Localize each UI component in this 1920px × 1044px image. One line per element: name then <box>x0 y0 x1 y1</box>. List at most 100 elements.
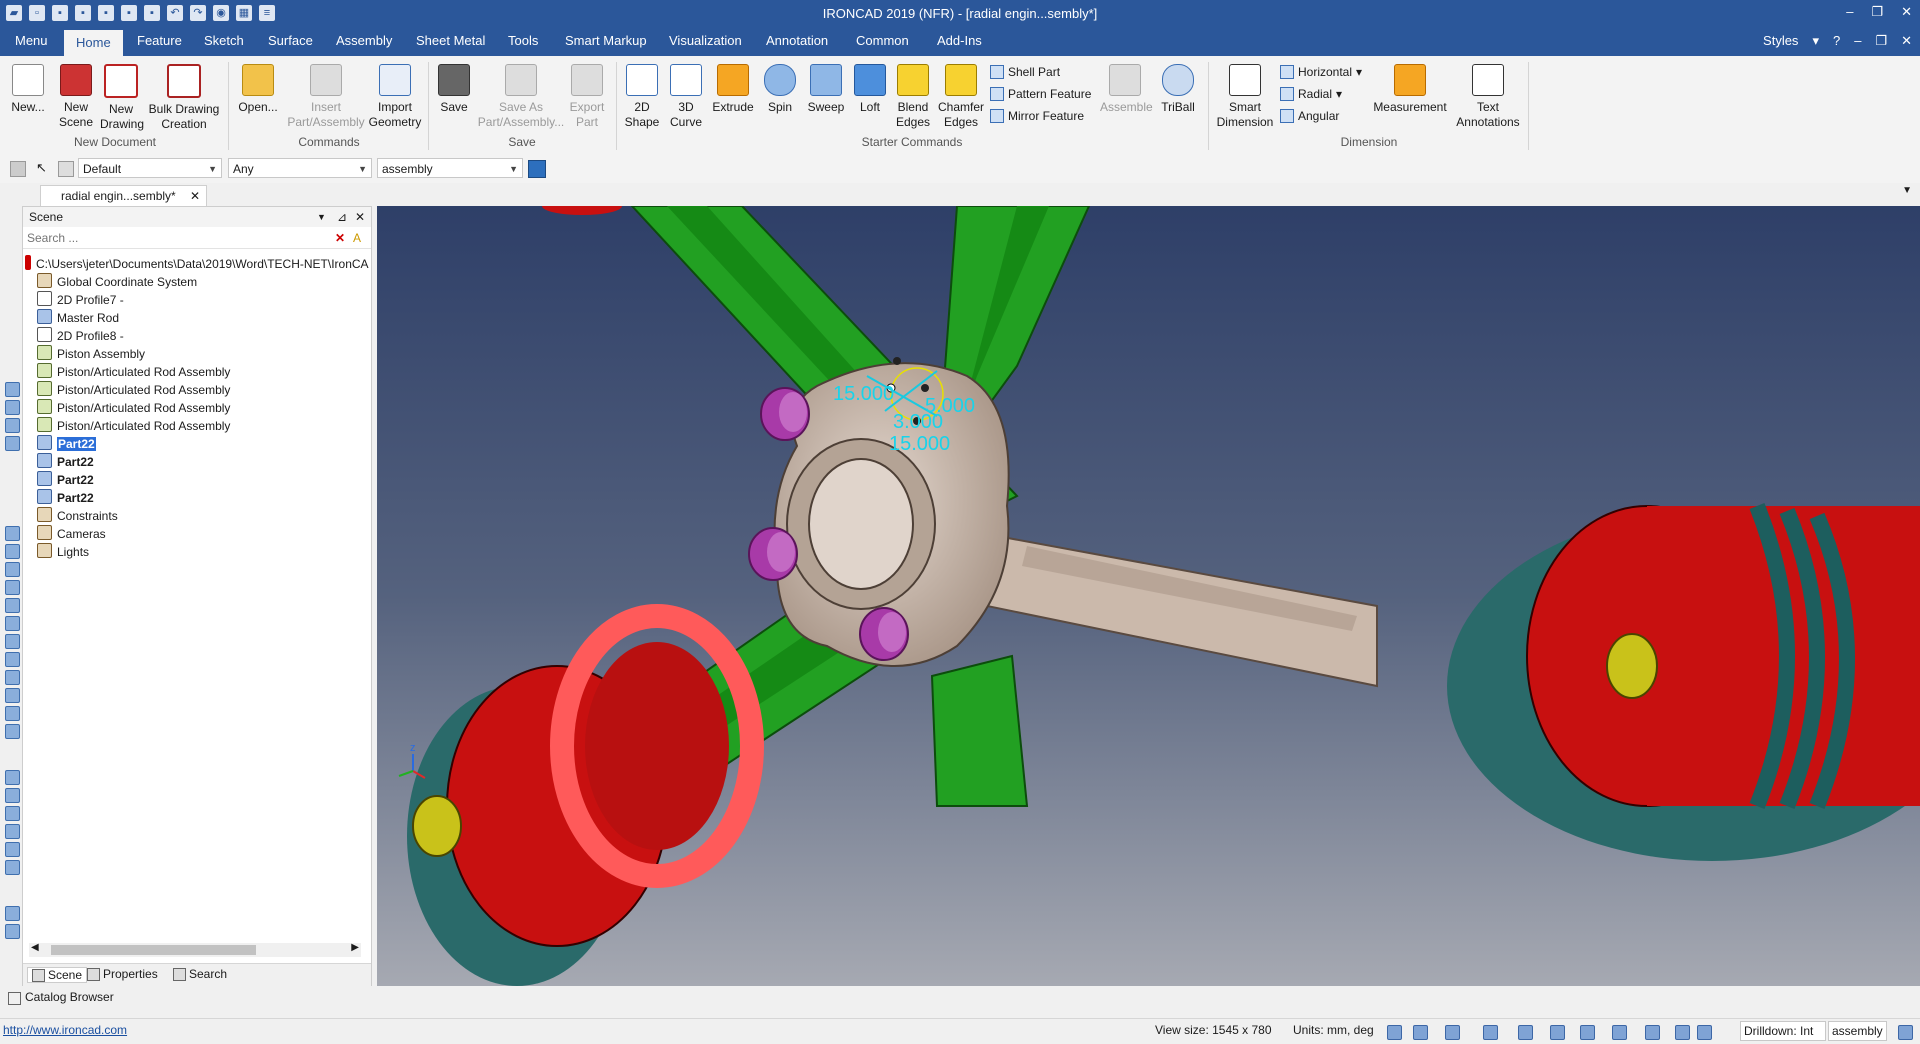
scene-tree-item[interactable]: Piston/Articulated Rod Assembly <box>37 363 230 381</box>
toolbar-icon-2[interactable] <box>58 161 74 177</box>
tool-icon-6[interactable] <box>5 544 20 559</box>
pattern-feature-button[interactable]: Pattern Feature <box>990 87 1091 101</box>
tool-icon-1[interactable] <box>5 382 20 397</box>
tool-icon-4[interactable] <box>5 436 20 451</box>
tool-icon-20[interactable] <box>5 824 20 839</box>
new-drawing-button[interactable]: New Drawing <box>100 64 144 132</box>
tab-search[interactable]: Search <box>173 967 227 981</box>
scene-tree-item[interactable]: Piston/Articulated Rod Assembly <box>37 399 230 417</box>
shell-part-button[interactable]: Shell Part <box>990 65 1060 79</box>
dimension-label-2[interactable]: 15.000 <box>889 433 950 455</box>
scene-tree-item[interactable]: 2D Profile7 - <box>37 291 124 309</box>
tool-icon-11[interactable] <box>5 634 20 649</box>
pointer-icon[interactable]: ↖ <box>36 160 47 176</box>
save-button[interactable]: Save <box>436 64 472 115</box>
view-orientation-icon[interactable] <box>1445 1025 1460 1040</box>
zoom-window-icon[interactable] <box>1413 1025 1428 1040</box>
2d-shape-button[interactable]: 2D Shape <box>624 64 660 130</box>
sweep-button[interactable]: Sweep <box>804 64 848 115</box>
tool-icon-23[interactable] <box>5 906 20 921</box>
tab-home[interactable]: Home <box>64 30 123 57</box>
status-level-select[interactable]: assembly <box>1828 1021 1887 1041</box>
radial-dimension-button[interactable]: Radial ▾ <box>1280 87 1342 101</box>
cursor-icon[interactable] <box>1697 1025 1712 1040</box>
pan-icon[interactable] <box>1518 1025 1533 1040</box>
mirror-feature-button[interactable]: Mirror Feature <box>990 109 1084 123</box>
dimension-label-1[interactable]: 15.000 <box>833 383 894 405</box>
tool-icon-5[interactable] <box>5 526 20 541</box>
drilldown-select[interactable]: Drilldown: Int <box>1740 1021 1827 1041</box>
tool-icon-9[interactable] <box>5 598 20 613</box>
tool-icon-7[interactable] <box>5 562 20 577</box>
scene-tree-item[interactable]: Lights <box>37 543 89 561</box>
tool-icon-16[interactable] <box>5 724 20 739</box>
scene-tree-item[interactable]: Piston/Articulated Rod Assembly <box>37 417 230 435</box>
scene-tree-item[interactable]: Piston Assembly <box>37 345 145 363</box>
settings-icon[interactable] <box>1898 1025 1913 1040</box>
tool-icon-22[interactable] <box>5 860 20 875</box>
new-button[interactable]: New... <box>10 64 46 115</box>
level-select[interactable]: assembly ▼ <box>377 158 523 178</box>
tool-icon-2[interactable] <box>5 400 20 415</box>
tab-annotation[interactable]: Annotation <box>766 33 828 48</box>
blend-edges-button[interactable]: Blend Edges <box>892 64 934 130</box>
chamfer-edges-button[interactable]: Chamfer Edges <box>936 64 986 130</box>
angular-dimension-button[interactable]: Angular <box>1280 109 1339 123</box>
tool-icon-24[interactable] <box>5 924 20 939</box>
select-icon[interactable] <box>1675 1025 1690 1040</box>
tree-icon[interactable] <box>528 160 546 178</box>
document-tab[interactable]: radial engin...sembly* ✕ <box>40 185 207 206</box>
tab-surface[interactable]: Surface <box>268 33 313 48</box>
scene-tree-item[interactable]: Constraints <box>37 507 118 525</box>
tab-smart-markup[interactable]: Smart Markup <box>565 33 647 48</box>
smart-dimension-button[interactable]: Smart Dimension <box>1214 64 1276 130</box>
scene-tree-item[interactable]: Master Rod <box>37 309 119 327</box>
filter-select[interactable]: Any ▼ <box>228 158 372 178</box>
chevron-down-icon[interactable]: ▾ <box>1812 33 1819 49</box>
scene-tree-item[interactable]: Part22 <box>37 471 94 489</box>
tool-icon-21[interactable] <box>5 842 20 857</box>
tab-sheet-metal[interactable]: Sheet Metal <box>416 33 485 48</box>
close-icon[interactable]: ✕ <box>355 207 365 227</box>
tool-icon-8[interactable] <box>5 580 20 595</box>
insert-part-assembly-button[interactable]: Insert Part/Assembly <box>284 64 368 130</box>
search-options-icon[interactable]: A <box>353 228 361 248</box>
styles-menu[interactable]: Styles <box>1763 33 1798 49</box>
horizontal-scrollbar[interactable]: ◀ ▶ <box>29 942 361 957</box>
doc-close-icon[interactable]: ✕ <box>1901 33 1912 49</box>
scrollbar-thumb[interactable] <box>51 945 256 955</box>
tab-add-ins[interactable]: Add-Ins <box>937 33 982 48</box>
scene-tree-item[interactable]: Part22 <box>37 435 96 453</box>
minimize-icon[interactable]: – <box>1846 4 1853 20</box>
scene-tree-item[interactable]: Piston/Articulated Rod Assembly <box>37 381 230 399</box>
tab-scene[interactable]: Scene <box>27 967 88 983</box>
tab-feature[interactable]: Feature <box>137 33 182 48</box>
scroll-right-icon[interactable]: ▶ <box>351 942 359 953</box>
new-scene-button[interactable]: New Scene <box>56 64 96 130</box>
close-icon[interactable]: ✕ <box>1901 4 1912 20</box>
close-icon[interactable]: ✕ <box>190 186 200 206</box>
bulk-drawing-creation-button[interactable]: Bulk Drawing Creation <box>146 64 222 132</box>
scene-tree-item[interactable]: Part22 <box>37 453 94 471</box>
scene-tree-item[interactable]: Global Coordinate System <box>37 273 197 291</box>
horizontal-dimension-button[interactable]: Horizontal ▾ <box>1280 65 1362 79</box>
3d-curve-button[interactable]: 3D Curve <box>668 64 704 130</box>
measurement-button[interactable]: Measurement <box>1370 64 1450 115</box>
scene-tree-item[interactable]: 2D Profile8 - <box>37 327 124 345</box>
3d-viewport[interactable]: 15.000 15.000 5.000 3.000 z <box>377 206 1920 986</box>
assemble-button[interactable]: Assemble <box>1100 64 1153 115</box>
scene-search-input[interactable] <box>25 229 329 247</box>
style-select[interactable]: Default ▼ <box>78 158 222 178</box>
spin-button[interactable]: Spin <box>760 64 800 115</box>
export-part-button[interactable]: Export Part <box>566 64 608 130</box>
extrude-button[interactable]: Extrude <box>710 64 756 115</box>
toolbar-icon-1[interactable] <box>10 161 26 177</box>
tab-properties[interactable]: Properties <box>87 967 158 981</box>
chevron-down-icon[interactable]: ▼ <box>1902 185 1912 196</box>
tab-visualization[interactable]: Visualization <box>669 33 742 48</box>
section-icon[interactable] <box>1612 1025 1627 1040</box>
open-button[interactable]: Open... <box>236 64 280 115</box>
tool-icon-15[interactable] <box>5 706 20 721</box>
tool-icon-10[interactable] <box>5 616 20 631</box>
tool-icon-12[interactable] <box>5 652 20 667</box>
